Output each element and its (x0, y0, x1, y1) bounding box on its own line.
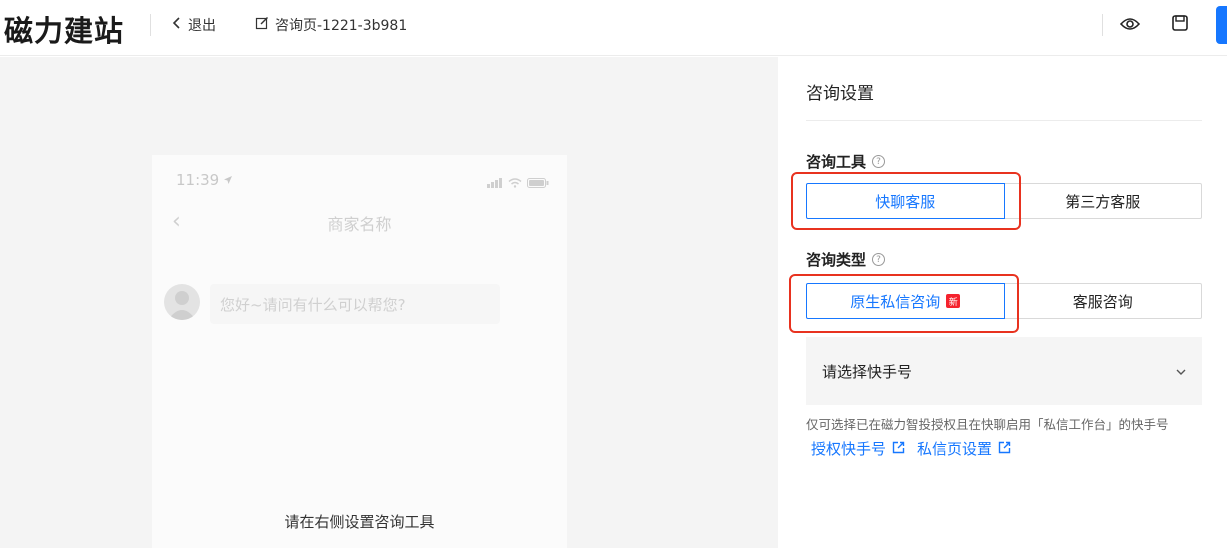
link-label: 授权快手号 (811, 440, 887, 458)
tool-label-text: 咨询工具 (806, 153, 867, 171)
option-kuailiao-service[interactable]: 快聊客服 (806, 183, 1005, 219)
phone-hint: 请在右侧设置咨询工具 (284, 513, 435, 531)
chevron-down-icon (1176, 365, 1186, 378)
panel-divider (806, 120, 1202, 121)
eye-icon (1119, 16, 1141, 35)
option-native-dm[interactable]: 原生私信咨询 新 (806, 283, 1005, 319)
page-name-label: 咨询页-1221-3b981 (275, 18, 408, 34)
wifi-icon (508, 173, 522, 192)
dm-page-settings-link[interactable]: 私信页设置 (917, 438, 1011, 459)
option-label: 客服咨询 (1072, 292, 1133, 311)
header-divider-right (1102, 14, 1103, 36)
option-label: 第三方客服 (1065, 192, 1141, 211)
exit-button[interactable]: 退出 (172, 14, 216, 36)
battery-icon (527, 173, 549, 192)
chat-bubble: 您好~请问有什么可以帮您? (210, 284, 500, 324)
option-label: 快聊客服 (875, 192, 936, 211)
preview-button[interactable] (1115, 10, 1145, 40)
save-icon (1171, 14, 1189, 36)
new-badge: 新 (946, 294, 961, 308)
external-link-icon (892, 440, 905, 458)
chevron-left-icon (172, 17, 182, 33)
helper-note: 仅可选择已在磁力智投授权且在快聊启用「私信工作台」的快手号 (806, 417, 1169, 432)
header-divider (150, 14, 151, 36)
tool-selector: 快聊客服 第三方客服 (806, 183, 1202, 219)
merchant-name: 商家名称 (327, 215, 392, 234)
panel-title: 咨询设置 (806, 84, 874, 104)
type-selector: 原生私信咨询 新 客服咨询 (806, 283, 1202, 319)
save-button[interactable] (1165, 10, 1195, 40)
option-third-party-service[interactable]: 第三方客服 (1004, 183, 1202, 219)
external-link-icon (998, 440, 1011, 458)
tool-section-label: 咨询工具 ? (806, 151, 886, 172)
phone-preview: 11:39 ‹ 商家名称 您好~请问有什么可以帮您? 请在右侧设置咨询工具 (152, 155, 567, 548)
location-arrow-icon (223, 171, 233, 189)
status-bar-time: 11:39 (176, 171, 233, 189)
help-links: 授权快手号 私信页设置 (811, 438, 1011, 459)
type-section-label: 咨询类型 ? (806, 249, 886, 270)
option-label: 原生私信咨询 (850, 292, 941, 311)
app-logo: 磁力建站 (4, 14, 125, 48)
status-bar-icons (487, 173, 549, 192)
page-name-button[interactable]: 咨询页-1221-3b981 (255, 14, 407, 36)
avatar (164, 284, 200, 320)
settings-panel: 咨询设置 咨询工具 ? 快聊客服 第三方客服 咨询类型 ? 原生私信咨询 新 客… (778, 57, 1227, 548)
option-customer-service[interactable]: 客服咨询 (1004, 283, 1202, 319)
preview-canvas: 11:39 ‹ 商家名称 您好~请问有什么可以帮您? 请在右侧设置咨询工具 (0, 57, 778, 548)
kuaishou-account-select[interactable]: 请选择快手号 (806, 337, 1202, 405)
help-icon[interactable]: ? (872, 253, 886, 266)
link-label: 私信页设置 (917, 440, 993, 458)
help-icon[interactable]: ? (872, 155, 886, 168)
exit-label: 退出 (188, 18, 216, 34)
select-placeholder: 请选择快手号 (822, 362, 913, 381)
type-label-text: 咨询类型 (806, 251, 867, 269)
time-label: 11:39 (176, 171, 220, 189)
top-header: 磁力建站 退出 咨询页-1221-3b981 (0, 0, 1227, 56)
edit-icon (255, 16, 269, 34)
authorize-account-link[interactable]: 授权快手号 (811, 438, 905, 459)
publish-button[interactable] (1216, 6, 1227, 44)
signal-icon (487, 173, 503, 192)
